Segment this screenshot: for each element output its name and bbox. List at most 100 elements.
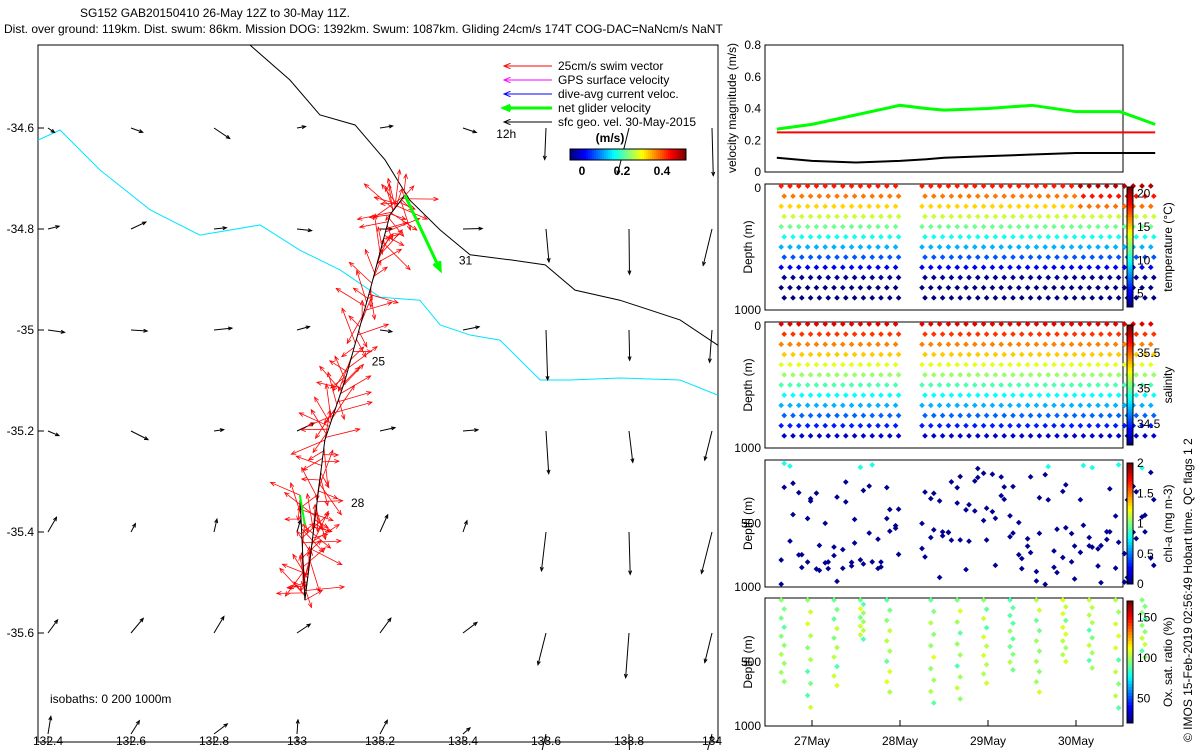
data-point	[798, 331, 805, 337]
data-point	[825, 193, 832, 199]
colorbar-cell	[1127, 550, 1133, 555]
data-point	[1007, 284, 1013, 291]
data-point	[954, 223, 961, 230]
data-point	[839, 361, 846, 368]
data-point	[927, 402, 934, 409]
colorbar-cell	[1127, 637, 1133, 642]
data-point	[1001, 372, 1008, 378]
data-point	[1068, 341, 1075, 348]
colorbar-cell	[1127, 646, 1133, 651]
data-point	[795, 264, 802, 271]
colorbar-cell	[624, 149, 627, 160]
colorbar-cell	[612, 149, 615, 160]
data-point	[1068, 530, 1075, 537]
colorbar-cell	[648, 149, 651, 160]
data-point	[798, 412, 805, 419]
colorbar-cell	[572, 149, 575, 160]
data-point	[866, 483, 873, 489]
colorbar-cell	[606, 149, 609, 160]
colorbar-tick-label: 100	[1137, 651, 1157, 665]
data-point	[1062, 604, 1069, 610]
data-point	[1042, 471, 1049, 478]
data-point	[980, 634, 987, 640]
data-point	[1045, 193, 1052, 199]
colorbar-cell	[650, 149, 653, 160]
data-point	[1045, 274, 1052, 281]
data-point	[1059, 488, 1066, 495]
data-point	[1103, 223, 1110, 230]
colorbar-cell	[1127, 517, 1133, 521]
data-point	[957, 674, 964, 680]
data-point	[781, 678, 788, 685]
data-point	[816, 295, 823, 301]
colorbar-cell	[670, 149, 673, 160]
colorbar-cell	[1127, 674, 1133, 678]
data-point	[1150, 213, 1157, 220]
data-point	[939, 392, 946, 398]
legend-label: 25cm/s swim vector	[558, 59, 663, 73]
colorbar-cell	[1127, 286, 1133, 290]
data-point	[922, 554, 928, 560]
colorbar-cell	[1127, 490, 1133, 494]
data-point	[866, 244, 873, 250]
data-point	[869, 412, 876, 419]
colorbar-cell	[1127, 199, 1133, 203]
colorbar-cell	[1127, 337, 1133, 341]
data-point	[834, 494, 840, 500]
colorbar-cell	[1127, 355, 1133, 359]
colorbar-cell	[628, 149, 631, 160]
data-point	[834, 193, 840, 199]
data-point	[919, 284, 925, 291]
data-point	[834, 331, 840, 337]
data-point	[1077, 549, 1084, 556]
colorbar-cell	[580, 149, 583, 160]
data-point	[1071, 331, 1078, 337]
data-point	[1051, 361, 1057, 368]
data-point	[983, 372, 990, 378]
data-point	[851, 433, 858, 439]
colorbar-tick-label: 10	[1137, 253, 1151, 267]
data-point	[1007, 264, 1013, 271]
data-point	[1103, 382, 1110, 388]
data-point	[948, 295, 955, 301]
data-point	[807, 680, 814, 687]
swim-vector-head	[302, 465, 309, 471]
data-point	[781, 606, 788, 612]
data-point	[1103, 341, 1110, 348]
data-point	[992, 254, 999, 260]
data-point	[1033, 382, 1040, 388]
data-point	[1054, 412, 1060, 419]
data-point	[866, 341, 873, 348]
data-point	[807, 274, 814, 281]
data-point	[1036, 274, 1043, 281]
data-point	[1086, 244, 1093, 250]
data-point	[816, 542, 823, 549]
colorbar-cell	[1127, 406, 1133, 410]
data-point	[945, 244, 952, 250]
data-point	[930, 372, 937, 378]
data-point	[848, 264, 855, 271]
colorbar-cell	[632, 149, 635, 160]
colorbar-cell	[1127, 331, 1133, 335]
data-point	[1147, 321, 1154, 327]
swim-vector	[337, 391, 372, 403]
data-point	[930, 608, 937, 615]
data-point	[1115, 681, 1122, 687]
data-point	[895, 551, 902, 558]
data-point	[886, 295, 893, 301]
data-point	[869, 193, 876, 199]
data-point	[1095, 422, 1101, 429]
current-vector	[545, 430, 550, 474]
data-point	[989, 422, 996, 429]
colorbar-cell	[1127, 382, 1133, 386]
data-point	[790, 351, 796, 358]
data-point	[1121, 402, 1128, 409]
data-point	[875, 382, 881, 388]
data-point	[866, 422, 873, 429]
data-point	[822, 422, 829, 429]
data-point	[945, 341, 952, 348]
colorbar-tick-label: 1.5	[1137, 486, 1154, 500]
swim-vector	[276, 592, 306, 594]
data-point	[954, 422, 961, 429]
current-vector	[130, 618, 144, 634]
